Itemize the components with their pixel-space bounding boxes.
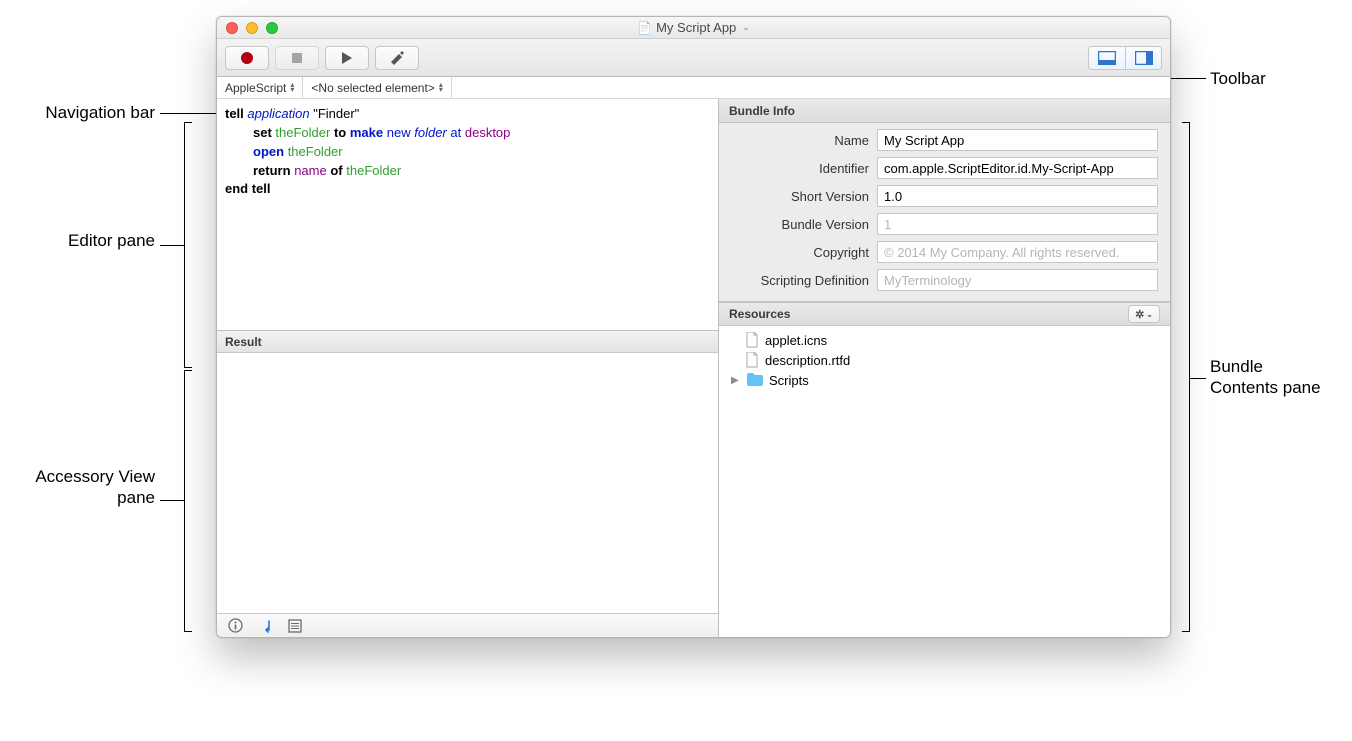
window-title[interactable]: 📄 My Script App ⌄	[217, 20, 1170, 35]
callout-bundle-contents-pane: Bundle Contents pane	[1210, 356, 1330, 399]
record-button[interactable]	[225, 46, 269, 70]
accessory-footer	[217, 613, 718, 637]
form-row-copyright: Copyright	[719, 241, 1158, 263]
description-icon[interactable]	[227, 618, 243, 634]
document-icon: 📄	[637, 21, 652, 35]
callout-line	[160, 500, 184, 501]
result-header: Result	[217, 331, 718, 353]
form-row-sdef: Scripting Definition	[719, 269, 1158, 291]
form-row-identifier: Identifier	[719, 157, 1158, 179]
form-row-bundle-version: Bundle Version	[719, 213, 1158, 235]
bundle-info-header: Bundle Info	[719, 99, 1170, 123]
name-label: Name	[719, 133, 869, 148]
zoom-button[interactable]	[266, 22, 278, 34]
callout-accessory-view-pane: Accessory View pane	[10, 466, 155, 509]
callout-bracket	[1182, 122, 1190, 632]
chevron-down-icon: ⌄	[1146, 310, 1153, 319]
chevron-down-icon: ⌄	[742, 22, 750, 33]
toggle-side-panel-button[interactable]	[1125, 47, 1161, 69]
stop-button[interactable]	[275, 46, 319, 70]
script-editor-window: 📄 My Script App ⌄ AppleScri	[216, 16, 1171, 638]
log-tab-icon[interactable]	[287, 618, 303, 634]
toolbar	[217, 39, 1170, 77]
resource-name: Scripts	[769, 373, 809, 388]
callout-bracket	[184, 370, 192, 632]
copyright-field[interactable]	[877, 241, 1158, 263]
file-icon	[745, 352, 759, 368]
minimize-button[interactable]	[246, 22, 258, 34]
form-row-short-version: Short Version	[719, 185, 1158, 207]
bundle-version-label: Bundle Version	[719, 217, 869, 232]
callout-navigation-bar: Navigation bar	[10, 102, 155, 123]
toggle-bottom-panel-button[interactable]	[1089, 47, 1125, 69]
code-line: return name of theFolder	[225, 162, 710, 181]
name-field[interactable]	[877, 129, 1158, 151]
element-selector[interactable]: <No selected element> ▴▾	[303, 77, 451, 98]
bundle-contents-pane: Bundle Info Name Identifier Short Versio…	[719, 99, 1170, 637]
gear-icon: ✲	[1135, 308, 1144, 321]
language-label: AppleScript	[225, 81, 286, 95]
callout-bracket	[184, 122, 192, 368]
code-line: set theFolder to make new folder at desk…	[225, 124, 710, 143]
copyright-label: Copyright	[719, 245, 869, 260]
element-label: <No selected element>	[311, 81, 434, 95]
panel-toggle-group	[1088, 46, 1162, 70]
file-icon	[745, 332, 759, 348]
sdef-field[interactable]	[877, 269, 1158, 291]
callout-line	[160, 245, 184, 246]
callout-line	[160, 113, 216, 114]
editor-pane[interactable]: tell application "Finder" set theFolder …	[217, 99, 718, 331]
result-tab-icon[interactable]	[257, 618, 273, 634]
form-row-name: Name	[719, 129, 1158, 151]
run-button[interactable]	[325, 46, 369, 70]
navigation-bar: AppleScript ▴▾ <No selected element> ▴▾	[217, 77, 1170, 99]
disclosure-triangle-icon[interactable]: ▶	[731, 375, 741, 386]
resources-list[interactable]: applet.icns description.rtfd ▶ Scripts	[719, 326, 1170, 637]
resource-item[interactable]: description.rtfd	[725, 350, 1164, 370]
window-controls	[217, 22, 278, 34]
resources-action-menu[interactable]: ✲ ⌄	[1128, 305, 1160, 323]
short-version-label: Short Version	[719, 189, 869, 204]
language-selector[interactable]: AppleScript ▴▾	[217, 77, 303, 98]
callout-line	[1190, 378, 1206, 379]
window-title-text: My Script App	[656, 20, 736, 35]
resources-header: Resources ✲ ⌄	[719, 302, 1170, 326]
compile-button[interactable]	[375, 46, 419, 70]
stepper-icon: ▴▾	[439, 83, 443, 93]
resource-item[interactable]: applet.icns	[725, 330, 1164, 350]
stepper-icon: ▴▾	[290, 83, 294, 93]
short-version-field[interactable]	[877, 185, 1158, 207]
folder-icon	[747, 373, 763, 387]
resource-name: applet.icns	[765, 333, 827, 348]
resources-title: Resources	[729, 307, 790, 321]
left-column: tell application "Finder" set theFolder …	[217, 99, 719, 637]
identifier-label: Identifier	[719, 161, 869, 176]
callout-editor-pane: Editor pane	[10, 230, 155, 251]
identifier-field[interactable]	[877, 157, 1158, 179]
code-line: tell application "Finder"	[225, 105, 710, 124]
close-button[interactable]	[226, 22, 238, 34]
code-line: open theFolder	[225, 143, 710, 162]
resource-name: description.rtfd	[765, 353, 850, 368]
code-line: end tell	[225, 180, 710, 199]
titlebar: 📄 My Script App ⌄	[217, 17, 1170, 39]
bundle-info-form: Name Identifier Short Version Bundle Ver…	[719, 123, 1170, 302]
resource-item-folder[interactable]: ▶ Scripts	[725, 370, 1164, 390]
callout-toolbar: Toolbar	[1210, 68, 1266, 89]
result-pane[interactable]	[217, 353, 718, 613]
main-content: tell application "Finder" set theFolder …	[217, 99, 1170, 637]
callout-line	[1170, 78, 1206, 79]
sdef-label: Scripting Definition	[719, 273, 869, 288]
bundle-version-field[interactable]	[877, 213, 1158, 235]
